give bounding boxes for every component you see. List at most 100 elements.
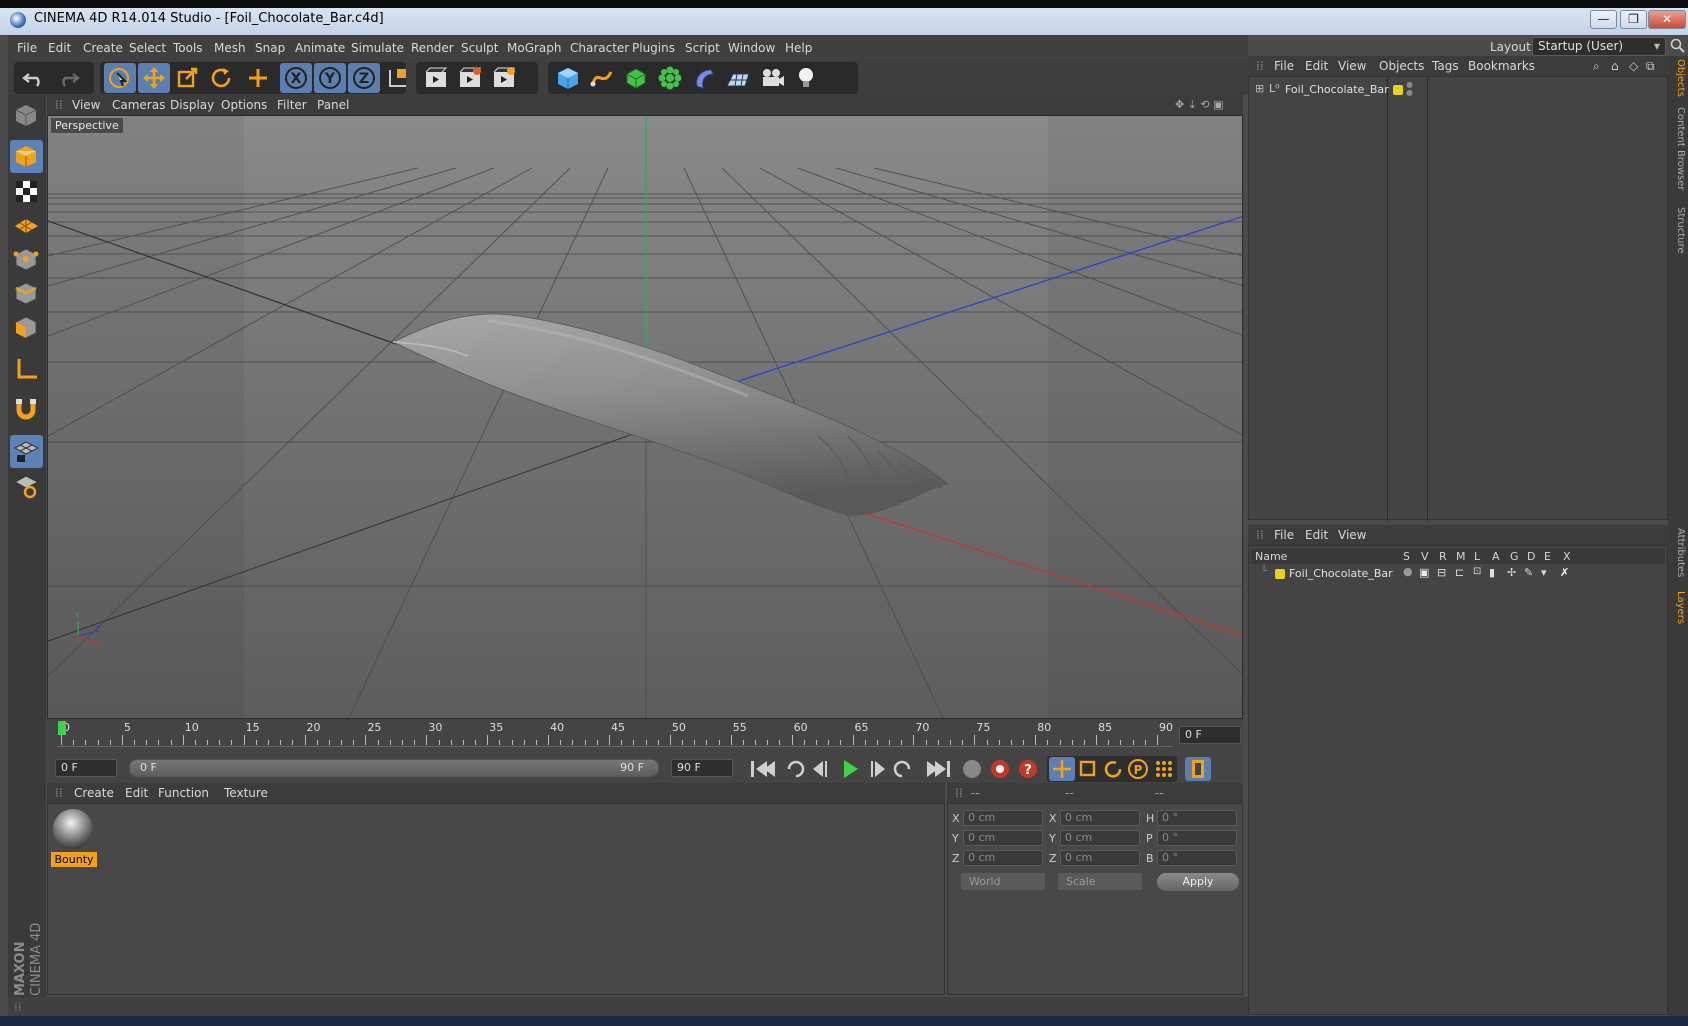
- layer-solo-icon[interactable]: ●: [1403, 565, 1413, 578]
- menu-window[interactable]: Window: [728, 41, 775, 55]
- layer-animation-icon[interactable]: ▮: [1489, 566, 1495, 579]
- tab-objects[interactable]: Objects: [1670, 56, 1686, 100]
- rot-p-field[interactable]: 0 °: [1157, 830, 1237, 846]
- undo-icon[interactable]: [18, 63, 50, 93]
- tab-structure[interactable]: Structure: [1670, 204, 1686, 256]
- render-picture-viewer-icon[interactable]: [454, 63, 486, 93]
- menu-simulate[interactable]: Simulate: [351, 41, 404, 55]
- render-settings-icon[interactable]: [488, 63, 520, 93]
- minimize-button[interactable]: —: [1590, 10, 1617, 29]
- menu-character[interactable]: Character: [570, 41, 629, 55]
- end-frame-field[interactable]: 90 F: [671, 759, 733, 777]
- deformer-bend-icon[interactable]: [688, 63, 720, 93]
- tab-layers[interactable]: Layers: [1670, 588, 1686, 628]
- tab-attributes[interactable]: Attributes: [1670, 524, 1686, 582]
- perspective-viewport[interactable]: Y Z X Perspective: [47, 115, 1243, 719]
- viewport-menu-options[interactable]: Options: [221, 98, 267, 112]
- pos-x-field[interactable]: 0 cm: [963, 810, 1043, 826]
- search-icon[interactable]: [1670, 38, 1686, 54]
- layer-manager-icon[interactable]: ⊏: [1455, 566, 1464, 579]
- layer-color-swatch[interactable]: [1275, 569, 1285, 579]
- layout-dropdown[interactable]: Startup (User): [1532, 37, 1666, 56]
- layer-lock-icon[interactable]: ⊡: [1473, 566, 1481, 577]
- make-editable-icon[interactable]: [10, 99, 43, 132]
- object-menu-edit[interactable]: Edit: [1305, 59, 1328, 73]
- object-menu-objects[interactable]: Objects: [1379, 59, 1424, 73]
- viewport-menu-cameras[interactable]: Cameras: [112, 98, 165, 112]
- viewport-menu-panel[interactable]: Panel: [317, 98, 349, 112]
- frame-range-slider[interactable]: 0 F 90 F: [129, 759, 659, 777]
- layer-color-swatch[interactable]: [1393, 85, 1403, 95]
- menu-mesh[interactable]: Mesh: [214, 41, 246, 55]
- coordinate-mode-dropdown[interactable]: World: [961, 873, 1045, 890]
- polygons-mode-icon[interactable]: [10, 311, 43, 344]
- menu-mograph[interactable]: MoGraph: [507, 41, 562, 55]
- axis-mode-icon[interactable]: [10, 353, 43, 386]
- viewport-menu-display[interactable]: Display: [170, 98, 214, 112]
- close-button[interactable]: ✕: [1648, 10, 1686, 29]
- material-menu-texture[interactable]: Texture: [224, 786, 268, 800]
- object-menu-bookmarks[interactable]: Bookmarks: [1468, 59, 1535, 73]
- object-menu-view[interactable]: View: [1338, 59, 1366, 73]
- layer-menu-view[interactable]: View: [1338, 528, 1366, 542]
- material-menu-edit[interactable]: Edit: [125, 786, 148, 800]
- menu-edit[interactable]: Edit: [48, 41, 71, 55]
- layer-xref-icon[interactable]: ✗: [1560, 566, 1569, 579]
- cube-icon[interactable]: [552, 63, 584, 93]
- object-menu-file[interactable]: File: [1274, 59, 1294, 73]
- layer-deformers-icon[interactable]: ✎: [1524, 566, 1533, 579]
- object-new-window-icon[interactable]: ⧉: [1646, 59, 1655, 74]
- planar-workplane-icon[interactable]: [10, 469, 43, 502]
- layer-expressions-icon[interactable]: ▾: [1541, 566, 1547, 579]
- render-view-icon[interactable]: [420, 63, 452, 93]
- menu-select[interactable]: Select: [129, 41, 166, 55]
- material-menu-function[interactable]: Function: [158, 786, 209, 800]
- current-frame-marker[interactable]: [58, 721, 66, 735]
- layer-menu-file[interactable]: File: [1274, 528, 1294, 542]
- object-collapse-icon[interactable]: ◇: [1629, 59, 1638, 73]
- edges-mode-icon[interactable]: [10, 277, 43, 310]
- transform-mode-dropdown[interactable]: Scale: [1058, 873, 1142, 890]
- restore-button[interactable]: ❐: [1620, 10, 1647, 29]
- viewport-navigation-icons[interactable]: ✥ ⇣ ⟲ ▣: [1175, 98, 1224, 111]
- object-row[interactable]: ⊞ L⁰ Foil_Chocolate_Bar ● ●: [1249, 81, 1667, 99]
- menu-script[interactable]: Script: [685, 41, 720, 55]
- tab-content-browser[interactable]: Content Browser: [1670, 106, 1686, 192]
- object-search-icon[interactable]: ⌕: [1593, 59, 1600, 74]
- menu-tools[interactable]: Tools: [173, 41, 203, 55]
- object-name[interactable]: Foil_Chocolate_Bar: [1285, 83, 1389, 96]
- menu-plugins[interactable]: Plugins: [632, 41, 675, 55]
- workplane-mode-icon[interactable]: [10, 209, 43, 242]
- pos-y-field[interactable]: 0 cm: [963, 830, 1043, 846]
- menu-snap[interactable]: Snap: [255, 41, 285, 55]
- recent-tool-icon[interactable]: [242, 63, 274, 93]
- menu-sculpt[interactable]: Sculpt: [461, 41, 498, 55]
- redo-icon[interactable]: [52, 63, 84, 93]
- current-frame-field[interactable]: 0 F: [1179, 726, 1241, 744]
- camera-icon[interactable]: [756, 63, 788, 93]
- rot-h-field[interactable]: 0 °: [1157, 810, 1237, 826]
- panel-grip-icon[interactable]: ⁞⁞: [55, 98, 63, 112]
- rotate-icon[interactable]: [206, 63, 238, 93]
- size-y-field[interactable]: 0 cm: [1060, 830, 1140, 846]
- spline-pen-icon[interactable]: [586, 63, 618, 93]
- object-menu-tags[interactable]: Tags: [1432, 59, 1459, 73]
- subdivision-surface-icon[interactable]: [620, 63, 652, 93]
- move-icon[interactable]: [138, 63, 170, 93]
- object-home-icon[interactable]: ⌂: [1611, 59, 1619, 73]
- points-mode-icon[interactable]: [10, 243, 43, 276]
- layer-menu-edit[interactable]: Edit: [1305, 528, 1328, 542]
- expand-icon[interactable]: ⊞: [1255, 82, 1264, 95]
- apply-button[interactable]: Apply: [1157, 873, 1239, 891]
- texture-mode-icon[interactable]: [10, 175, 43, 208]
- panel-grip-icon[interactable]: ⁞⁞: [1256, 59, 1264, 73]
- layer-render-icon[interactable]: ⊟: [1437, 566, 1446, 579]
- x-axis-lock-icon[interactable]: X: [280, 63, 312, 93]
- coordinate-system-icon[interactable]: [382, 63, 414, 93]
- snapping-magnet-icon[interactable]: [10, 393, 43, 426]
- layer-row[interactable]: └ Foil_Chocolate_Bar ● ▣ ⊟ ⊏ ⊡ ▮ ✢ ✎ ▾ ✗: [1251, 565, 1665, 582]
- visibility-dots-icon[interactable]: ● ●: [1406, 81, 1413, 97]
- viewport-menu-view[interactable]: View: [72, 98, 100, 112]
- light-icon[interactable]: [790, 63, 822, 93]
- cloner-icon[interactable]: [654, 63, 686, 93]
